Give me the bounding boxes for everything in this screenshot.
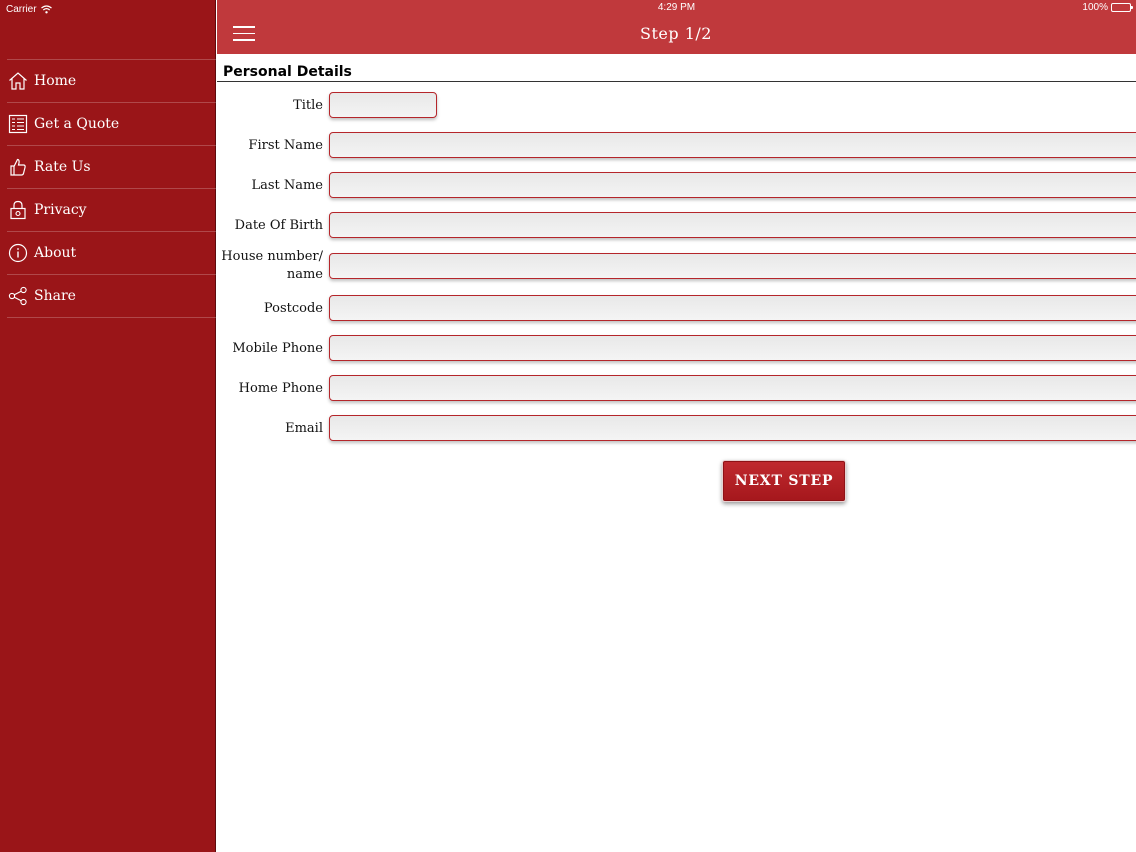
sidebar-item-label: Home <box>34 73 77 89</box>
sidebar-item-label: Get a Quote <box>34 116 120 132</box>
sidebar-item-label: Share <box>34 288 76 304</box>
email-field[interactable] <box>329 415 1136 441</box>
field-label: Postcode <box>263 300 323 316</box>
form-row-email: Email <box>217 415 1136 441</box>
sidebar-item-get-a-quote[interactable]: Get a Quote <box>7 103 216 146</box>
form-row-postcode: Postcode <box>217 295 1136 321</box>
battery-percent: 100% <box>1082 2 1108 13</box>
last-name-field[interactable] <box>329 172 1136 198</box>
field-label: First Name <box>248 137 323 153</box>
field-label: Title <box>293 97 323 113</box>
form-row-mobile-phone: Mobile Phone <box>217 335 1136 361</box>
form-row-home-phone: Home Phone <box>217 375 1136 401</box>
carrier-label: Carrier <box>6 3 37 15</box>
field-label: Date Of Birth <box>234 217 323 233</box>
wifi-icon <box>40 4 52 13</box>
sidebar: Carrier Home Get a Quote Rate Us Privacy… <box>0 0 216 852</box>
field-label: Email <box>285 420 323 436</box>
section-title: Personal Details <box>223 64 352 80</box>
lock-icon <box>7 200 28 221</box>
title-field[interactable] <box>329 92 437 118</box>
next-step-button[interactable]: NEXT STEP <box>722 460 846 502</box>
home-icon <box>7 71 28 92</box>
page-title: Step 1/2 <box>640 24 712 43</box>
house-number-field[interactable] <box>329 253 1136 279</box>
share-icon <box>7 286 28 307</box>
info-icon <box>7 243 28 264</box>
quote-list-icon <box>7 114 28 135</box>
sidebar-item-about[interactable]: About <box>7 232 216 275</box>
app-root: Carrier Home Get a Quote Rate Us Privacy… <box>0 0 1136 852</box>
field-label: House number/ name <box>221 249 323 282</box>
sidebar-item-label: Rate Us <box>34 159 91 175</box>
home-phone-field[interactable] <box>329 375 1136 401</box>
date-of-birth-field[interactable] <box>329 212 1136 238</box>
form-content: Personal Details Title First Name Last N… <box>217 54 1136 852</box>
field-label: Mobile Phone <box>232 340 323 356</box>
section-divider <box>217 81 1136 82</box>
form-row-first-name: First Name <box>217 132 1136 158</box>
sidebar-item-home[interactable]: Home <box>7 60 216 103</box>
status-time: 4:29 PM <box>657 2 696 13</box>
mobile-phone-field[interactable] <box>329 335 1136 361</box>
first-name-field[interactable] <box>329 132 1136 158</box>
sidebar-item-share[interactable]: Share <box>7 275 216 318</box>
status-bar-right: 100% <box>1082 2 1133 13</box>
form-row-last-name: Last Name <box>217 172 1136 198</box>
sidebar-item-privacy[interactable]: Privacy <box>7 189 216 232</box>
postcode-field[interactable] <box>329 295 1136 321</box>
sidebar-item-rate-us[interactable]: Rate Us <box>7 146 216 189</box>
field-label: Last Name <box>251 177 323 193</box>
form-row-title: Title <box>217 92 1136 118</box>
battery-icon <box>1111 3 1133 12</box>
sidebar-item-label: Privacy <box>34 202 87 218</box>
status-bar-left: Carrier <box>6 2 52 16</box>
thumbs-up-icon <box>7 157 28 178</box>
field-label: Home Phone <box>238 380 323 396</box>
form-row-date-of-birth: Date Of Birth <box>217 212 1136 238</box>
sidebar-item-label: About <box>34 245 77 261</box>
form-row-house-number: House number/ name <box>217 249 1136 282</box>
sidebar-menu: Home Get a Quote Rate Us Privacy About S… <box>7 59 216 318</box>
